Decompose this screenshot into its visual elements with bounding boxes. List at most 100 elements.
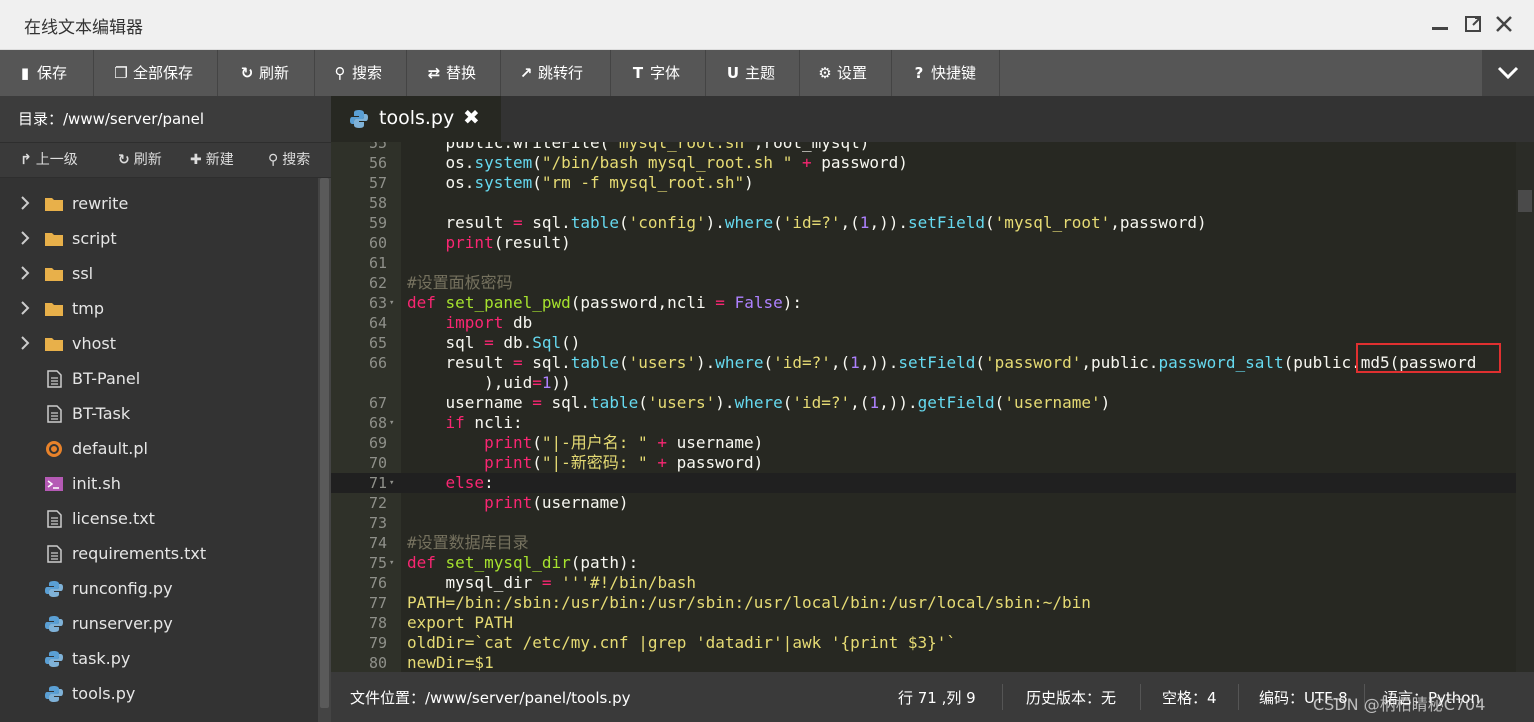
tree-item-label: runconfig.py	[72, 579, 173, 598]
chevron-right-icon[interactable]	[20, 266, 30, 284]
line-number: 74	[368, 534, 387, 552]
tree-item-label: requirements.txt	[72, 544, 207, 563]
line-number: 65	[368, 334, 387, 352]
code-line[interactable]: 71 ▾ else:	[331, 473, 1516, 493]
minimize-icon[interactable]	[1428, 12, 1452, 36]
status-divider	[1002, 684, 1003, 710]
tree-folder[interactable]: vhost	[0, 327, 318, 362]
code-line[interactable]: 68 ▾ if ncli:	[331, 413, 1516, 433]
tree-folder[interactable]: rewrite	[0, 187, 318, 222]
tab-tools-py[interactable]: tools.py ✖	[331, 96, 501, 142]
fold-arrow-icon[interactable]: ▾	[389, 413, 394, 433]
tab-close-icon[interactable]: ✖	[463, 105, 480, 129]
code-line[interactable]: 72 print(username)	[331, 493, 1516, 513]
tree-file[interactable]: runconfig.py	[0, 572, 318, 607]
code-line[interactable]: 56 os.system("/bin/bash mysql_root.sh " …	[331, 153, 1516, 173]
save-all-button[interactable]: ❐ 全部保存	[94, 50, 218, 96]
maximize-icon[interactable]	[1462, 12, 1486, 36]
code-line[interactable]: 77 PATH=/bin:/sbin:/usr/bin:/usr/sbin:/us…	[331, 593, 1516, 613]
code-line[interactable]: 63 ▾ def set_panel_pwd(password,ncli = Fal…	[331, 293, 1516, 313]
toolbar-collapse-button[interactable]	[1482, 50, 1534, 96]
close-icon[interactable]	[1492, 12, 1516, 36]
tree-file[interactable]: license.txt	[0, 502, 318, 537]
code-line[interactable]: 73	[331, 513, 1516, 533]
code-line[interactable]: 64 import db	[331, 313, 1516, 333]
goto-line-button[interactable]: ↗ 跳转行	[501, 50, 611, 96]
code-line[interactable]: 61	[331, 253, 1516, 273]
tree-file[interactable]: tools.py	[0, 677, 318, 712]
tree-folder[interactable]: ssl	[0, 257, 318, 292]
tree-file[interactable]: requirements.txt	[0, 537, 318, 572]
status-divider	[1140, 684, 1141, 710]
tree-file[interactable]: init.sh	[0, 467, 318, 502]
code-editor[interactable]: 55 public.writeFile('mysql_root.sh',root…	[331, 142, 1534, 672]
code-line[interactable]: 75 ▾ def set_mysql_dir(path):	[331, 553, 1516, 573]
tree-folder[interactable]: script	[0, 222, 318, 257]
code-line[interactable]: 66 result = sql.table('users').where('id…	[331, 353, 1516, 373]
theme-button[interactable]: U 主题	[706, 50, 800, 96]
search-button[interactable]: ⚲ 搜索	[315, 50, 407, 96]
code-line[interactable]: 65 sql = db.Sql()	[331, 333, 1516, 353]
tree-item-label: init.sh	[72, 474, 121, 493]
directory-path: 目录：/www/server/panel	[0, 96, 331, 142]
tree-file[interactable]: task.py	[0, 642, 318, 677]
chevron-right-icon[interactable]	[20, 196, 30, 214]
fold-arrow-icon[interactable]: ▾	[389, 553, 394, 573]
up-level-button[interactable]: ↱ 上一级	[20, 143, 78, 177]
font-button[interactable]: T 字体	[611, 50, 706, 96]
code-line[interactable]: 69 print("|-用户名: " + username)	[331, 433, 1516, 453]
code-line[interactable]: 57 os.system("rm -f mysql_root.sh")	[331, 173, 1516, 193]
tree-file[interactable]: default.pl	[0, 432, 318, 467]
shortcuts-button[interactable]: ? 快捷键	[892, 50, 1000, 96]
save-button[interactable]: ▮ 保存	[0, 50, 94, 96]
history-version[interactable]: 历史版本：无	[1026, 687, 1116, 708]
save-icon: ▮	[20, 64, 30, 82]
chevron-right-icon[interactable]	[20, 336, 30, 354]
editor-scrollbar[interactable]	[1516, 142, 1534, 672]
tree-file[interactable]: runserver.py	[0, 607, 318, 642]
code-line[interactable]: 76 mysql_dir = '''#!/bin/bash	[331, 573, 1516, 593]
chevron-right-icon[interactable]	[20, 301, 30, 319]
code-line[interactable]: 70 print("|-新密码: " + password)	[331, 453, 1516, 473]
code-line[interactable]: 80 newDir=$1	[331, 653, 1516, 672]
sidebar-scrollbar[interactable]	[318, 178, 331, 722]
code-line[interactable]: 67 username = sql.table('users').where('…	[331, 393, 1516, 413]
code-line[interactable]: 55 public.writeFile('mysql_root.sh',root…	[331, 142, 1516, 153]
code-text: PATH=/bin:/sbin:/usr/bin:/usr/sbin:/usr/…	[407, 593, 1091, 612]
tree-file[interactable]: BT-Task	[0, 397, 318, 432]
code-line[interactable]: ),uid=1))	[331, 373, 1516, 393]
sidebar-scroll-thumb[interactable]	[320, 178, 329, 708]
theme-icon: U	[726, 64, 740, 82]
editor-scroll-thumb[interactable]	[1518, 190, 1532, 212]
file-location: 文件位置：/www/server/panel/tools.py	[350, 689, 631, 707]
refresh-button[interactable]: ↻ 刷新	[218, 50, 315, 96]
line-number: 71	[368, 474, 387, 492]
fold-arrow-icon[interactable]: ▾	[389, 293, 394, 313]
code-line[interactable]: 62 #设置面板密码	[331, 273, 1516, 293]
code-line[interactable]: 60 print(result)	[331, 233, 1516, 253]
indent-setting[interactable]: 空格：4	[1162, 687, 1217, 708]
font-icon: T	[632, 64, 644, 82]
line-number: 61	[368, 254, 387, 272]
code-line[interactable]: 78 export PATH	[331, 613, 1516, 633]
code-text: print("|-用户名: " + username)	[484, 433, 764, 452]
code-line[interactable]: 74 #设置数据库目录	[331, 533, 1516, 553]
code-line[interactable]: 59 result = sql.table('config').where('i…	[331, 213, 1516, 233]
tree-folder[interactable]: tmp	[0, 292, 318, 327]
sidebar-refresh-button[interactable]: ↻ 刷新	[118, 143, 162, 177]
replace-button[interactable]: ⇄ 替换	[407, 50, 501, 96]
code-line[interactable]: 58	[331, 193, 1516, 213]
tree-file[interactable]: BT-Panel	[0, 362, 318, 397]
cursor-position[interactable]: 行 71 ,列 9	[898, 687, 976, 708]
line-number: 77	[368, 594, 387, 612]
sidebar-search-button[interactable]: ⚲ 搜索	[268, 143, 310, 177]
chevron-right-icon[interactable]	[20, 231, 30, 249]
code-text: print(username)	[484, 493, 629, 512]
tree-item-label: ssl	[72, 264, 94, 283]
code-text: def set_mysql_dir(path):	[407, 553, 639, 572]
code-line[interactable]: 79 oldDir=`cat /etc/my.cnf |grep 'datadir…	[331, 633, 1516, 653]
settings-button[interactable]: ⚙ 设置	[800, 50, 892, 96]
new-file-button[interactable]: ✚ 新建	[190, 143, 234, 177]
fold-arrow-icon[interactable]: ▾	[389, 473, 394, 493]
line-number: 73	[368, 514, 387, 532]
